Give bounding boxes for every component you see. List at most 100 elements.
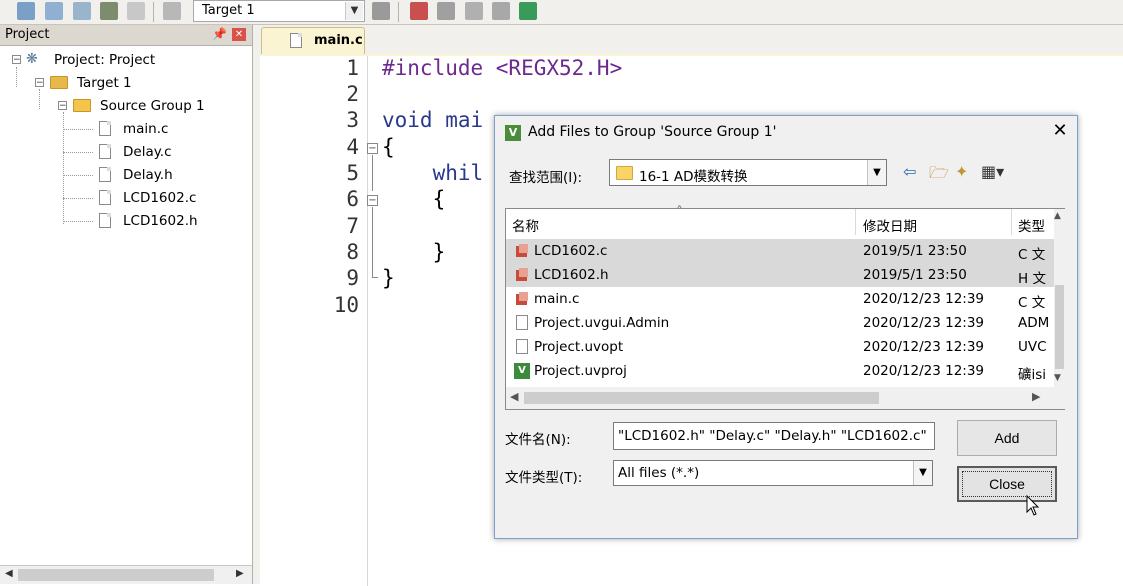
- filetype-label: 文件类型(T):: [505, 470, 583, 486]
- file-list[interactable]: ˆ 名称 修改日期 类型 LCD1602.c 2019/5/1 23:50 C …: [505, 205, 1065, 410]
- target-options-icon[interactable]: [372, 2, 390, 20]
- tree-item-project[interactable]: − ❋ Project: Project: [0, 50, 250, 70]
- file-name: Project.uvopt: [534, 339, 624, 355]
- code-line: #include <REGX52.H>: [382, 56, 623, 80]
- scroll-down-icon[interactable]: ▼: [1054, 373, 1061, 383]
- stop-build-icon[interactable]: [127, 2, 145, 20]
- column-header-date[interactable]: 修改日期: [863, 215, 917, 235]
- scroll-right-icon[interactable]: ▶: [236, 568, 244, 579]
- project-panel-header: Project 📌 ✕: [0, 25, 252, 46]
- collapse-icon[interactable]: −: [58, 101, 67, 111]
- manage-components-icon[interactable]: [410, 2, 428, 20]
- file-name: main.c: [534, 291, 580, 307]
- back-arrow-icon[interactable]: ⇦: [903, 162, 916, 182]
- dialog-title: Add Files to Group 'Source Group 1': [528, 124, 777, 140]
- line-number: 8: [346, 240, 359, 264]
- file-row[interactable]: V Project.uvproj 2020/12/23 12:39 礦isi: [506, 359, 1054, 383]
- translate-icon[interactable]: [17, 2, 35, 20]
- toolbar: Target 1 ▼: [0, 0, 1123, 25]
- close-icon[interactable]: ✕: [232, 28, 246, 41]
- tree-item-file[interactable]: main.c: [0, 119, 250, 139]
- tree-item-label: Target 1: [77, 75, 132, 91]
- new-folder-icon[interactable]: ✦: [955, 162, 968, 182]
- file-list-vertical-scrollbar[interactable]: ▲ ▼: [1054, 209, 1065, 387]
- code-line: }: [382, 240, 446, 264]
- column-header-name[interactable]: 名称: [512, 215, 539, 235]
- batch-build-icon[interactable]: [100, 2, 118, 20]
- file-row[interactable]: main.c 2020/12/23 12:39 C 文: [506, 287, 1054, 311]
- filename-input[interactable]: "LCD1602.h" "Delay.c" "Delay.h" "LCD1602…: [613, 422, 935, 450]
- filetype-value: All files (*.*): [618, 465, 700, 481]
- project-panel: Project 📌 ✕ − ❋ Project: Project − Targe…: [0, 25, 253, 584]
- column-header-type[interactable]: 类型: [1018, 215, 1045, 235]
- code-line: {: [382, 135, 395, 159]
- add-button[interactable]: Add: [957, 420, 1057, 456]
- tree-item-label: LCD1602.h: [123, 213, 198, 229]
- run-time-env-icon[interactable]: [519, 2, 537, 20]
- target-folder-icon: [50, 76, 68, 89]
- look-in-value: 16-1 AD模数转换: [639, 169, 748, 185]
- line-number: 2: [346, 82, 359, 106]
- sort-up-icon: ˆ: [676, 205, 683, 221]
- fold-toggle-icon[interactable]: −: [367, 143, 378, 154]
- chevron-down-icon[interactable]: ▼: [913, 461, 932, 485]
- collapse-icon[interactable]: −: [12, 55, 21, 65]
- file-extensions-icon[interactable]: [437, 2, 455, 20]
- look-in-select[interactable]: 16-1 AD模数转换 ▼: [609, 159, 887, 186]
- close-button-label: Close: [989, 476, 1025, 492]
- scroll-thumb[interactable]: [1055, 285, 1064, 369]
- tree-item-label: Delay.h: [123, 167, 173, 183]
- file-name: LCD1602.h: [534, 267, 609, 283]
- chevron-down-icon[interactable]: ▼: [345, 2, 363, 20]
- scroll-left-icon[interactable]: ◀: [5, 568, 13, 579]
- filetype-select[interactable]: All files (*.*) ▼: [613, 460, 933, 486]
- scroll-right-icon[interactable]: ▶: [1032, 390, 1040, 403]
- build-icon[interactable]: [45, 2, 63, 20]
- file-date: 2019/5/1 23:50: [863, 267, 967, 283]
- scroll-left-icon[interactable]: ◀: [510, 390, 518, 403]
- file-type: C 文: [1018, 295, 1046, 311]
- file-icon: [99, 121, 111, 136]
- file-row[interactable]: Project.uvgui.Admin 2020/12/23 12:39 ADM: [506, 311, 1054, 335]
- file-row[interactable]: LCD1602.h 2019/5/1 23:50 H 文: [506, 263, 1054, 287]
- select-packs-icon[interactable]: [492, 2, 510, 20]
- tree-item-source-group[interactable]: − Source Group 1: [0, 96, 250, 116]
- tree-item-file[interactable]: LCD1602.c: [0, 188, 250, 208]
- fold-line: [372, 155, 373, 191]
- chevron-down-icon[interactable]: ▼: [867, 160, 886, 185]
- c-file-icon: [516, 244, 528, 257]
- rebuild-icon[interactable]: [73, 2, 91, 20]
- close-button[interactable]: Close: [957, 466, 1057, 502]
- scroll-thumb[interactable]: [524, 392, 879, 404]
- tree-item-file[interactable]: Delay.c: [0, 142, 250, 162]
- up-folder-icon[interactable]: 🗁: [929, 162, 949, 182]
- pin-icon[interactable]: 📌: [212, 27, 227, 41]
- tree-item-target[interactable]: − Target 1: [0, 73, 250, 93]
- file-row[interactable]: LCD1602.c 2019/5/1 23:50 C 文: [506, 239, 1054, 263]
- file-name: LCD1602.c: [534, 243, 608, 259]
- target-select-value: Target 1: [202, 3, 255, 18]
- pack-installer-icon[interactable]: [465, 2, 483, 20]
- file-name: Project.uvproj: [534, 363, 627, 379]
- file-date: 2020/12/23 12:39: [863, 363, 985, 379]
- tree-item-file[interactable]: LCD1602.h: [0, 211, 250, 231]
- view-menu-icon[interactable]: ▦▾: [981, 162, 1004, 182]
- document-icon: [516, 339, 528, 354]
- tree-item-file[interactable]: Delay.h: [0, 165, 250, 185]
- file-row[interactable]: Project.uvopt 2020/12/23 12:39 UVC: [506, 335, 1054, 359]
- collapse-icon[interactable]: −: [35, 78, 44, 88]
- file-list-horizontal-scrollbar[interactable]: ◀ ▶: [506, 387, 1065, 409]
- file-type: ADM: [1018, 315, 1050, 331]
- fold-line: [372, 207, 373, 277]
- code-line: {: [382, 187, 446, 211]
- target-select[interactable]: Target 1 ▼: [193, 0, 365, 22]
- scroll-up-icon[interactable]: ▲: [1054, 211, 1061, 221]
- fold-toggle-icon[interactable]: −: [367, 195, 378, 206]
- download-icon[interactable]: [163, 2, 181, 20]
- tab-main-c[interactable]: main.c: [261, 27, 365, 54]
- close-icon[interactable]: ✕: [1050, 120, 1070, 142]
- project-horizontal-scrollbar[interactable]: ◀ ▶: [0, 565, 252, 584]
- tree-item-label: LCD1602.c: [123, 190, 197, 206]
- file-icon: [99, 167, 111, 182]
- scroll-thumb[interactable]: [18, 569, 214, 581]
